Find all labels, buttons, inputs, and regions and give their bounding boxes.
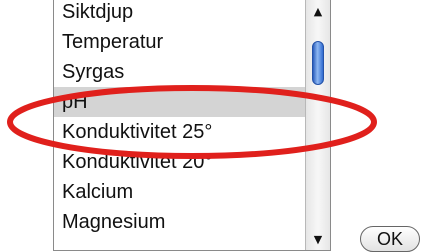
list-item-kalcium[interactable]: Kalcium [54, 177, 306, 207]
scroll-thumb[interactable] [312, 41, 324, 85]
parameter-list: Siktdjup Temperatur Syrgas pH Konduktivi… [54, 0, 306, 250]
list-item-konduktivitet-20[interactable]: Konduktivitet 20° [54, 147, 306, 177]
list-item-magnesium[interactable]: Magnesium [54, 207, 306, 237]
list-item-konduktivitet-25[interactable]: Konduktivitet 25° [54, 117, 306, 147]
parameter-listbox[interactable]: Siktdjup Temperatur Syrgas pH Konduktivi… [53, 0, 331, 251]
vertical-scrollbar[interactable]: ▲ ▼ [305, 0, 330, 250]
list-item-syrgas[interactable]: Syrgas [54, 57, 306, 87]
list-item-ph[interactable]: pH [54, 87, 306, 117]
list-item-temperatur[interactable]: Temperatur [54, 27, 306, 57]
scroll-down-arrow-icon[interactable]: ▼ [306, 230, 330, 250]
list-item-siktdjup[interactable]: Siktdjup [54, 0, 306, 27]
ok-button[interactable]: OK [360, 226, 420, 252]
scroll-up-arrow-icon[interactable]: ▲ [306, 2, 330, 22]
